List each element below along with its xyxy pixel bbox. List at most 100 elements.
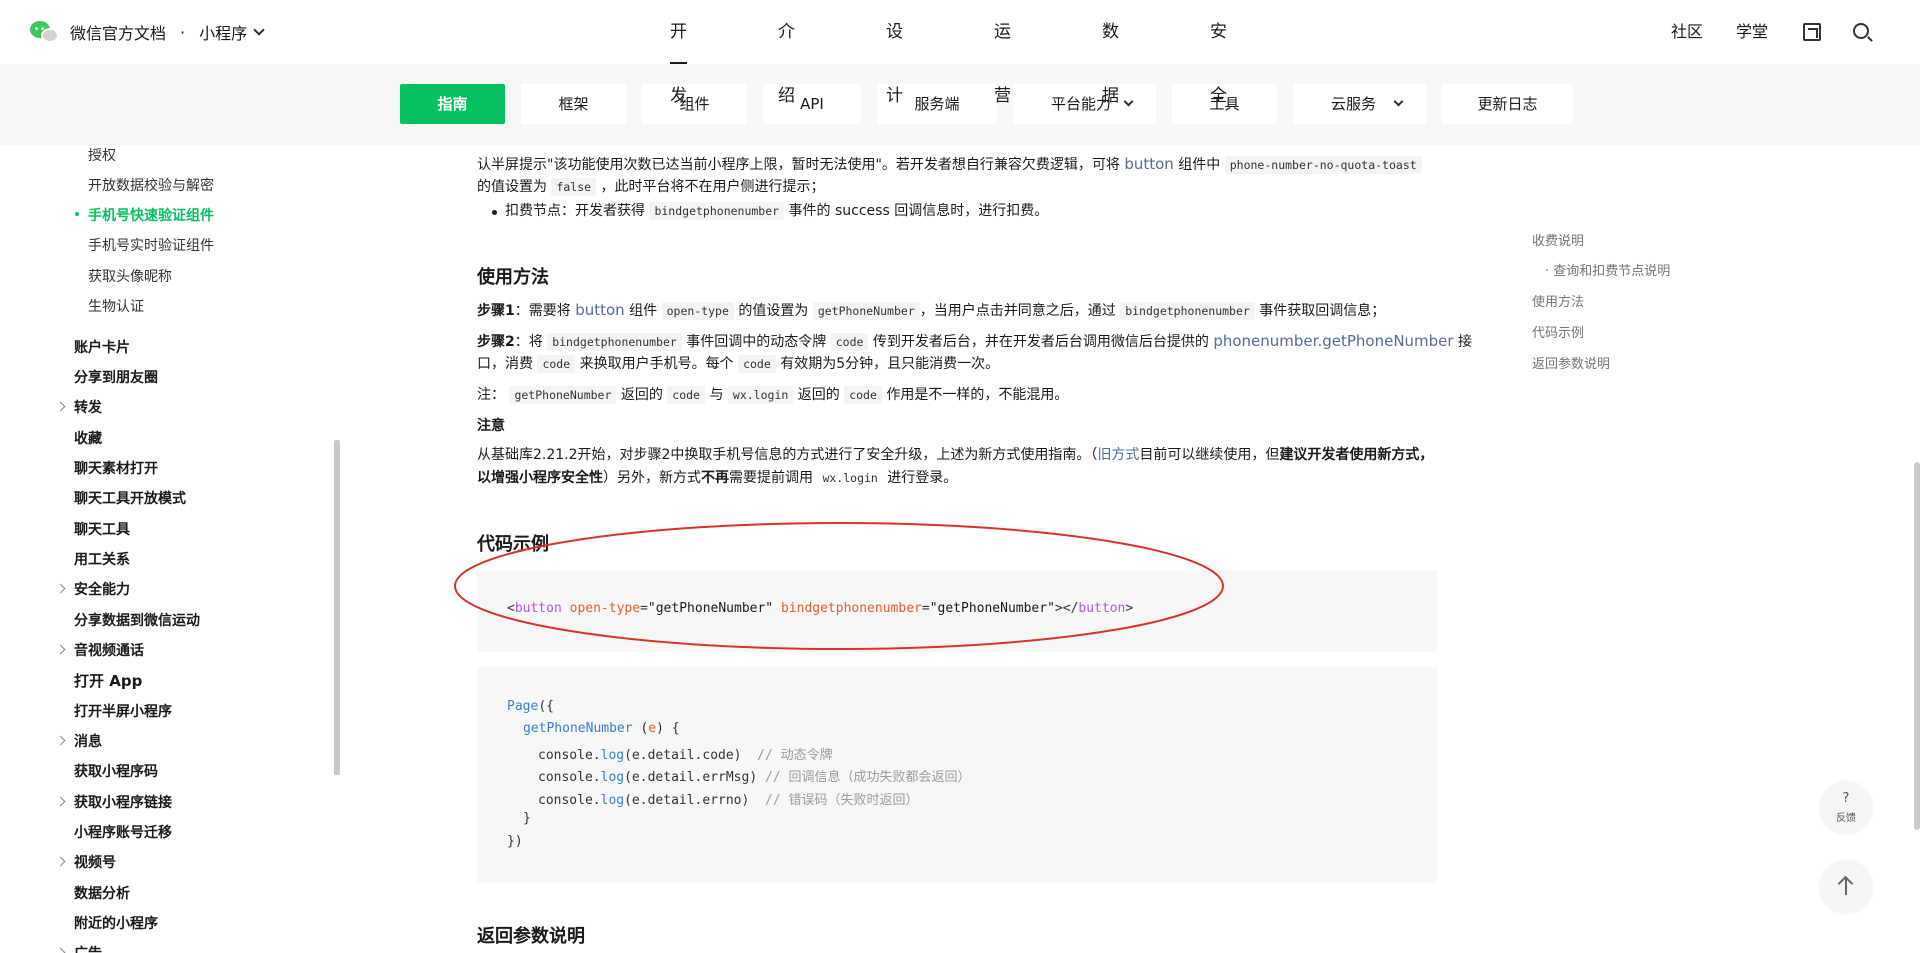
text: ，此时平台将不在用户侧进行提示；: [600, 179, 825, 195]
tab-cloud[interactable]: 云服务: [1293, 84, 1426, 124]
getphonenumber-api-link[interactable]: phonenumber.getPhoneNumber: [1213, 332, 1453, 350]
sidebar-item[interactable]: 账户卡片: [74, 337, 130, 357]
brand-title[interactable]: 微信官方文档: [70, 20, 166, 44]
sidebar-item[interactable]: 打开 App: [74, 670, 142, 691]
doc-link-icon[interactable]: [1803, 23, 1821, 41]
nav-academy[interactable]: 学堂: [1736, 0, 1768, 64]
sidebar-item[interactable]: 获取头像昵称: [88, 266, 172, 286]
toc-item[interactable]: 返回参数说明: [1532, 353, 1610, 372]
button-link[interactable]: button: [575, 301, 624, 319]
inline-code: code: [738, 355, 776, 373]
toc-item[interactable]: 使用方法: [1532, 291, 1584, 310]
sidebar-item-active[interactable]: 手机号快速验证组件: [75, 205, 214, 225]
text: 认半屏提示"该功能使用次数已达当前小程序上限，暂时无法使用"。若开发者想自行兼容…: [477, 157, 1120, 173]
code-block-js[interactable]: Page({ getPhoneNumber (e) { console.log(…: [477, 667, 1437, 883]
page-scrollbar[interactable]: [1914, 462, 1920, 830]
sidebar-item[interactable]: 聊天素材打开: [74, 458, 158, 478]
heading-code-example: 代码示例: [477, 534, 549, 555]
sidebar-item[interactable]: 开放数据校验与解密: [88, 175, 214, 195]
sidebar-item[interactable]: 消息: [74, 731, 102, 751]
text: 事件获取回调信息；: [1259, 303, 1386, 319]
text: ，当用户点击并同意之后，通过: [919, 303, 1116, 319]
sidebar-item[interactable]: 分享到朋友圈: [74, 367, 158, 387]
code-block-wxml[interactable]: <button open-type="getPhoneNumber" bindg…: [477, 570, 1437, 652]
sidebar-item[interactable]: 授权: [88, 145, 116, 165]
brand[interactable]: 微信官方文档 · 小程序: [30, 19, 265, 45]
inline-code: code: [667, 386, 705, 404]
sidebar-item[interactable]: 广告: [74, 943, 102, 953]
sidebar-item[interactable]: 音视频通话: [74, 640, 144, 660]
heading-return-params: 返回参数说明: [477, 926, 585, 947]
nav-item-intro[interactable]: 介绍: [778, 0, 795, 106]
sidebar-item[interactable]: 分享数据到微信运动: [74, 610, 200, 630]
text: 返回的: [797, 387, 840, 403]
nav-item-operate[interactable]: 运营: [994, 0, 1011, 106]
sidebar-item[interactable]: 聊天工具: [74, 519, 130, 539]
sidebar-item[interactable]: 生物认证: [88, 296, 144, 316]
brand-separator: ·: [180, 22, 186, 42]
tab-framework[interactable]: 框架: [521, 84, 626, 124]
chevron-right-icon[interactable]: [55, 796, 66, 807]
text: 注：: [477, 387, 505, 403]
nav-item-security[interactable]: 安全: [1210, 0, 1227, 106]
notice-title: 注意: [477, 418, 505, 434]
chevron-right-icon[interactable]: [55, 856, 66, 867]
toc-item[interactable]: · 查询和扣费节点说明: [1545, 260, 1670, 279]
sidebar-item[interactable]: 手机号实时验证组件: [88, 235, 214, 255]
chevron-right-icon[interactable]: [55, 401, 66, 412]
nav-item-data[interactable]: 数据: [1102, 0, 1119, 106]
sidebar-scrollbar[interactable]: [334, 440, 340, 775]
toc-item[interactable]: 代码示例: [1532, 322, 1584, 341]
inline-code: getPhoneNumber: [509, 386, 617, 404]
product-switcher-label: 小程序: [199, 24, 248, 43]
text: 组件中: [1178, 157, 1221, 173]
sidebar-item[interactable]: 聊天工具开放模式: [74, 488, 186, 508]
sidebar-item[interactable]: 获取小程序码: [74, 761, 158, 781]
chevron-down-icon: [1123, 96, 1134, 107]
chevron-down-icon: [1393, 96, 1404, 107]
text: 有效期为5分钟，且只能消费一次。: [780, 356, 1000, 372]
text: 口，消费: [477, 356, 533, 372]
text: 的值设置为: [738, 303, 809, 319]
step-label: 步骤2: [477, 334, 515, 350]
chevron-right-icon[interactable]: [55, 735, 66, 746]
inline-code: wx.login: [822, 471, 878, 485]
feedback-button[interactable]: ? 反馈: [1820, 781, 1872, 833]
tab-changelog[interactable]: 更新日志: [1442, 84, 1573, 124]
code-line: console.log(e.detail.errMsg) // 回调信息（成功失…: [538, 770, 971, 785]
sidebar-item[interactable]: 获取小程序链接: [74, 792, 172, 812]
code-line: console.log(e.detail.errno) // 错误码（失败时返回…: [538, 793, 919, 808]
nav-item-develop[interactable]: 开发: [670, 0, 687, 106]
sidebar-item[interactable]: 转发: [74, 397, 102, 417]
nav-item-design[interactable]: 设计: [886, 0, 903, 106]
button-link[interactable]: button: [1124, 155, 1173, 173]
sidebar-item[interactable]: 视频号: [74, 852, 116, 872]
product-switcher[interactable]: 小程序: [199, 20, 265, 44]
inline-code: code: [537, 355, 576, 373]
chevron-right-icon[interactable]: [55, 947, 66, 953]
sidebar: 授权 开放数据校验与解密 手机号快速验证组件 手机号实时验证组件 获取头像昵称 …: [0, 145, 340, 953]
back-to-top-button[interactable]: [1820, 860, 1872, 912]
chevron-right-icon[interactable]: [55, 583, 66, 594]
search-icon[interactable]: [1853, 23, 1869, 39]
old-method-link[interactable]: 旧方式: [1097, 447, 1139, 463]
text-bold: 以增强小程序安全性: [477, 470, 603, 486]
sidebar-item[interactable]: 安全能力: [74, 579, 130, 599]
tab-guide[interactable]: 指南: [400, 84, 505, 124]
paragraph-step1: 步骤1：需要将 button 组件 open-type 的值设置为 getPho…: [477, 298, 1385, 323]
inline-code: code: [844, 386, 882, 404]
sidebar-item[interactable]: 附近的小程序: [74, 913, 158, 933]
sidebar-item[interactable]: 小程序账号迁移: [74, 822, 172, 842]
sidebar-item[interactable]: 打开半屏小程序: [74, 701, 172, 721]
toc-item[interactable]: 收费说明: [1532, 230, 1584, 249]
tab-cloud-label: 云服务: [1331, 95, 1377, 113]
sidebar-item[interactable]: 用工关系: [74, 549, 130, 569]
text: 的值设置为: [477, 179, 547, 195]
nav-community[interactable]: 社区: [1671, 0, 1703, 64]
sidebar-item[interactable]: 数据分析: [74, 883, 130, 903]
paragraph-quota-toast-cont: 的值设置为 false ，此时平台将不在用户侧进行提示；: [477, 175, 825, 199]
tab-components[interactable]: 组件: [642, 84, 747, 124]
sidebar-item[interactable]: 收藏: [74, 428, 102, 448]
tab-platform-capabilities[interactable]: 平台能力: [1013, 84, 1156, 124]
chevron-right-icon[interactable]: [55, 644, 66, 655]
